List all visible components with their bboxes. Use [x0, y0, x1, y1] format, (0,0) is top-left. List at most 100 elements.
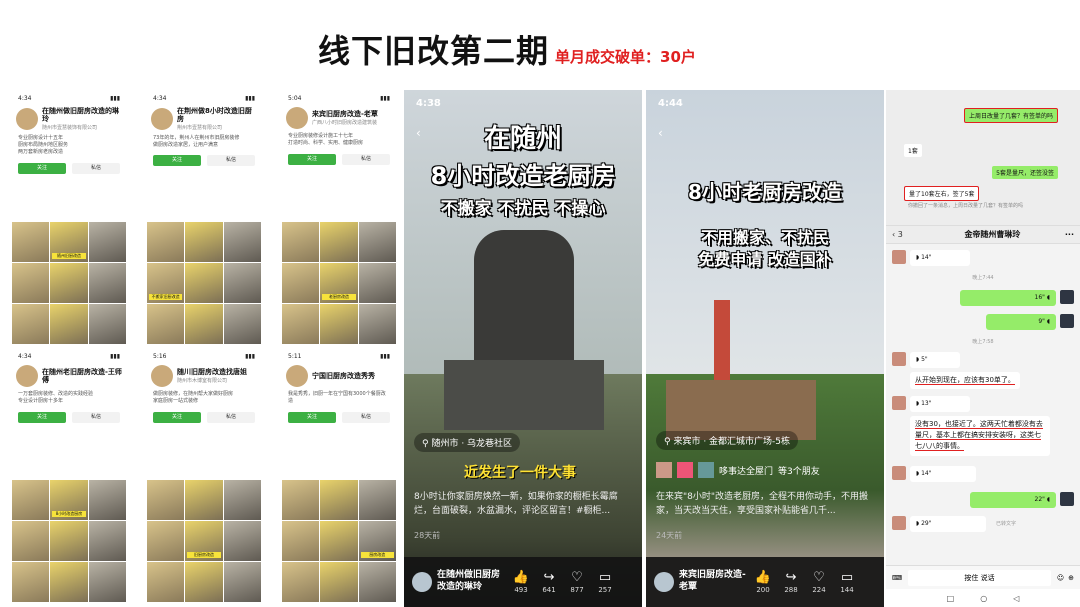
voice-message[interactable]: ◗ 29": [910, 516, 986, 532]
voice-message[interactable]: 22" ◖: [970, 492, 1056, 508]
home-icon[interactable]: ○: [980, 594, 987, 603]
voice-message[interactable]: ◗ 13": [910, 396, 970, 412]
hold-to-talk-button[interactable]: 按住 说话: [908, 569, 1051, 586]
video-thumb[interactable]: 随州旧厨改造: [50, 222, 88, 262]
video-thumb[interactable]: [358, 304, 396, 344]
video-thumb[interactable]: [282, 521, 320, 561]
message-button[interactable]: 私信: [72, 162, 120, 174]
video-thumb[interactable]: [282, 304, 320, 344]
video-thumb[interactable]: [282, 263, 320, 303]
video-thumb[interactable]: [358, 263, 396, 303]
video-thumb[interactable]: [185, 304, 223, 344]
video-thumb[interactable]: [50, 521, 88, 561]
location-tag[interactable]: ⚲ 来宾市 · 金都汇城市广场-5栋: [656, 431, 799, 450]
author-avatar[interactable]: [654, 572, 674, 592]
avatar[interactable]: [892, 250, 906, 264]
video-thumb[interactable]: [282, 562, 320, 602]
video-thumb[interactable]: [50, 263, 88, 303]
video-thumb[interactable]: [223, 562, 261, 602]
video-thumb[interactable]: [12, 521, 50, 561]
video-thumb[interactable]: [50, 304, 88, 344]
avatar[interactable]: [1060, 314, 1074, 328]
follow-button[interactable]: 关注: [153, 411, 201, 423]
video-thumb[interactable]: [320, 222, 358, 262]
message-button[interactable]: 私信: [207, 411, 255, 423]
comment-button[interactable]: ▭ 257: [591, 570, 619, 594]
video-thumb[interactable]: [147, 304, 185, 344]
video-thumb[interactable]: [223, 222, 261, 262]
message-button[interactable]: 私信: [72, 411, 120, 423]
video-thumb[interactable]: [223, 304, 261, 344]
avatar[interactable]: [1060, 492, 1074, 506]
friends-row[interactable]: 哆事达全屋门 等3个朋友: [656, 462, 820, 478]
voice-message[interactable]: 16" ◖: [960, 290, 1056, 306]
avatar[interactable]: [892, 352, 906, 366]
message-button[interactable]: 私信: [342, 411, 390, 423]
avatar[interactable]: [151, 107, 173, 130]
video-thumb[interactable]: [147, 562, 185, 602]
follow-button[interactable]: 关注: [288, 153, 336, 165]
author-name[interactable]: 来宾旧厨房改造-老覃: [679, 570, 749, 593]
video-thumb[interactable]: 旧厨房改造: [185, 521, 223, 561]
location-tag[interactable]: ⚲ 随州市 · 乌龙巷社区: [414, 433, 521, 452]
avatar[interactable]: [286, 107, 308, 129]
follow-button[interactable]: 关注: [153, 155, 201, 167]
video-thumb[interactable]: [12, 480, 50, 520]
video-thumb[interactable]: [185, 480, 223, 520]
back-button[interactable]: ‹ 3: [892, 230, 920, 239]
author-avatar[interactable]: [412, 572, 432, 592]
author-name[interactable]: 在随州做旧厨房改造的琳玲: [437, 570, 507, 593]
message-button[interactable]: 私信: [207, 155, 255, 167]
video-thumb[interactable]: 老厨房改造: [320, 263, 358, 303]
video-thumb[interactable]: [88, 480, 126, 520]
video-thumb[interactable]: [50, 562, 88, 602]
video-thumb[interactable]: [320, 521, 358, 561]
video-thumb[interactable]: [358, 222, 396, 262]
voice-message[interactable]: ◗ 14": [910, 250, 970, 266]
plus-icon[interactable]: ⊕: [1068, 574, 1074, 582]
keyboard-icon[interactable]: ⌨: [892, 574, 902, 582]
video-thumb[interactable]: [88, 521, 126, 561]
video-thumb[interactable]: [282, 480, 320, 520]
video-thumb[interactable]: 8小时改造厨房: [50, 480, 88, 520]
avatar[interactable]: [892, 466, 906, 480]
like-button[interactable]: 👍 200: [749, 570, 777, 594]
share-button[interactable]: ↪ 641: [535, 570, 563, 594]
avatar[interactable]: [16, 107, 38, 130]
video-thumb[interactable]: [282, 222, 320, 262]
recent-apps-icon[interactable]: □: [947, 594, 955, 603]
video-thumb[interactable]: [223, 521, 261, 561]
video-thumb[interactable]: [320, 562, 358, 602]
voice-message[interactable]: ◗ 5": [910, 352, 960, 368]
favorite-button[interactable]: ♡ 224: [805, 570, 833, 594]
video-thumb[interactable]: [12, 222, 50, 262]
video-thumb[interactable]: [147, 222, 185, 262]
voice-message[interactable]: 9" ◖: [986, 314, 1056, 330]
video-thumb[interactable]: [223, 263, 261, 303]
avatar[interactable]: [892, 516, 906, 530]
video-thumb[interactable]: [320, 480, 358, 520]
more-icon[interactable]: ···: [1065, 230, 1074, 239]
video-thumb[interactable]: 厨房改造: [358, 521, 396, 561]
video-thumb[interactable]: [320, 304, 358, 344]
video-thumb[interactable]: [88, 222, 126, 262]
favorite-button[interactable]: ♡ 877: [563, 570, 591, 594]
avatar[interactable]: [151, 365, 173, 387]
avatar[interactable]: [16, 365, 38, 387]
video-thumb[interactable]: [185, 263, 223, 303]
voice-message[interactable]: ◗ 14": [910, 466, 976, 482]
follow-button[interactable]: 关注: [18, 162, 66, 174]
avatar[interactable]: [1060, 290, 1074, 304]
video-thumb[interactable]: [185, 222, 223, 262]
video-thumb[interactable]: [147, 480, 185, 520]
video-thumb[interactable]: [88, 304, 126, 344]
back-nav-icon[interactable]: ◁: [1013, 594, 1019, 603]
comment-button[interactable]: ▭ 144: [833, 570, 861, 594]
video-thumb[interactable]: [223, 480, 261, 520]
video-thumb[interactable]: [88, 562, 126, 602]
emoji-icon[interactable]: ☺: [1057, 574, 1064, 582]
video-thumb[interactable]: [12, 263, 50, 303]
video-thumb[interactable]: [147, 521, 185, 561]
video-thumb[interactable]: [358, 480, 396, 520]
video-thumb[interactable]: [358, 562, 396, 602]
